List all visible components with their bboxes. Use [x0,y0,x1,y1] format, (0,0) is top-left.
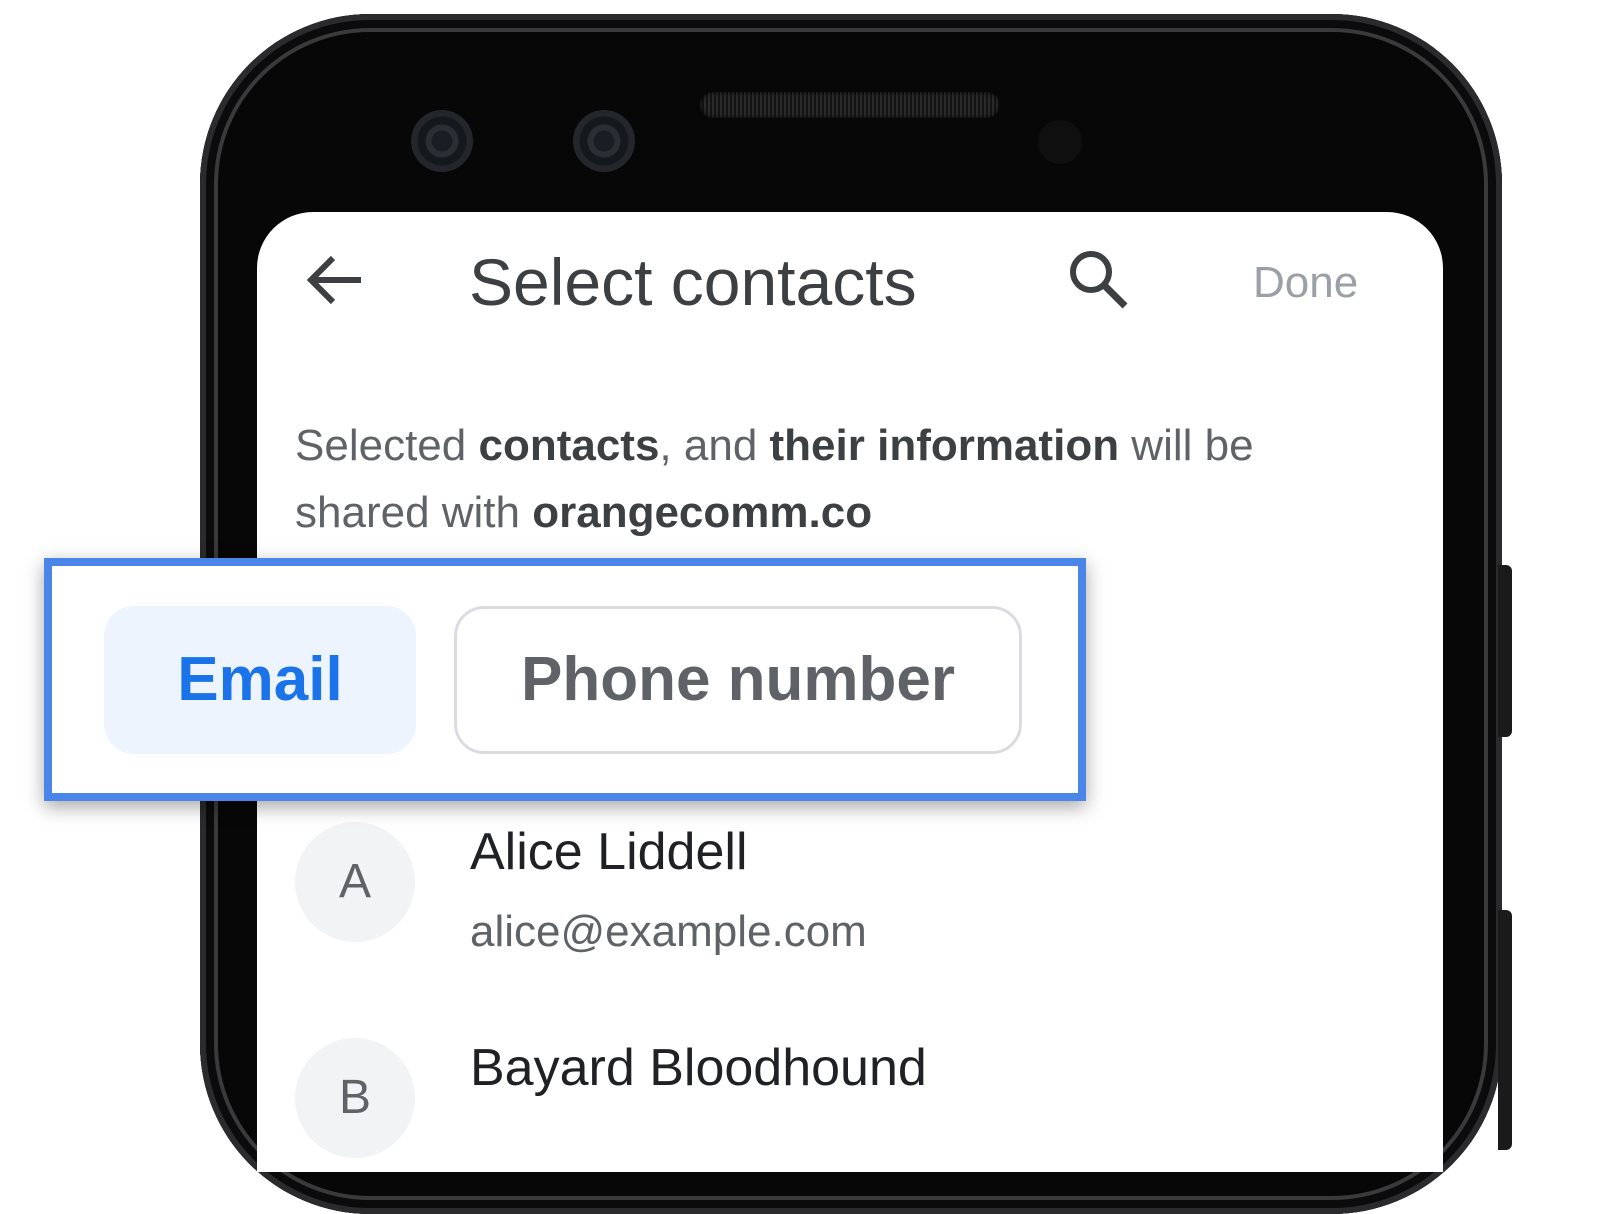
avatar: B [295,1038,415,1158]
chip-email[interactable]: Email [104,606,416,754]
contact-list-item[interactable]: A Alice Liddell alice@example.com [295,822,1395,956]
volume-button [1498,910,1512,1150]
front-camera [411,110,473,172]
power-button [1498,565,1512,737]
avatar: A [295,822,415,942]
filter-chips-callout: Email Phone number [44,558,1086,801]
contact-email: alice@example.com [470,907,867,956]
chip-phone-number[interactable]: Phone number [454,606,1022,754]
done-button[interactable]: Done [1253,256,1358,310]
contact-name: Bayard Bloodhound [470,1039,927,1097]
contact-name: Alice Liddell [470,823,748,881]
proximity-sensor [1038,120,1082,164]
earpiece-speaker [700,92,1000,118]
page-title: Select contacts [469,245,917,319]
search-icon[interactable] [1065,246,1131,312]
contact-list-item[interactable]: B Bayard Bloodhound [295,1038,1395,1168]
front-camera [573,110,635,172]
sharing-notice: Selected contacts, and their information… [295,421,1254,537]
arrow-back-icon[interactable] [303,248,367,312]
